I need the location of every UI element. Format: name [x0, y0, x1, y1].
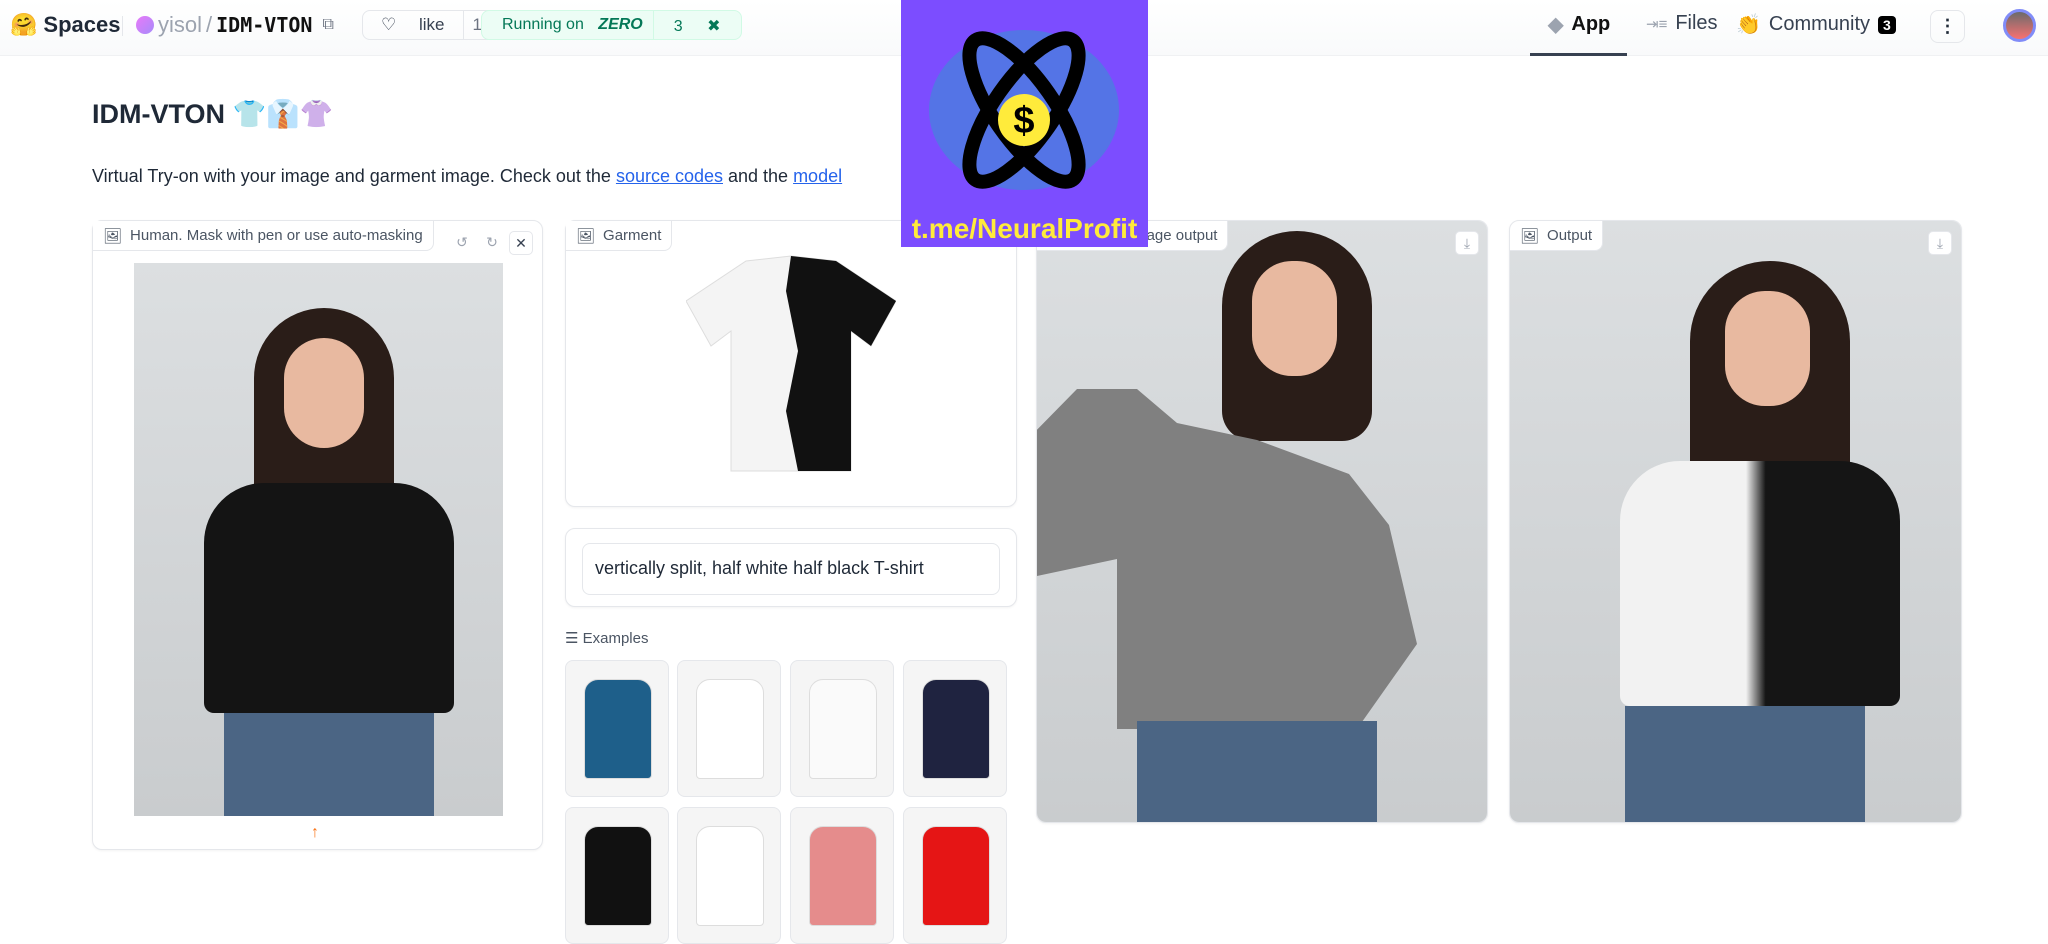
- heart-icon: ♡: [381, 15, 397, 34]
- files-icon: ⇥≡: [1646, 15, 1668, 33]
- divider: [122, 16, 123, 36]
- undo-button[interactable]: ↺: [450, 231, 474, 255]
- hardware-label: ZERO: [598, 16, 643, 33]
- clear-button[interactable]: ✕: [509, 231, 533, 255]
- description: Virtual Try-on with your image and garme…: [92, 166, 842, 187]
- model-link[interactable]: model: [793, 166, 842, 186]
- watermark-logo: $ t.me/NeuralProfit: [901, 0, 1148, 247]
- label-text: Human. Mask with pen or use auto-masking: [130, 227, 423, 244]
- tab-files[interactable]: ⇥≡ Files: [1646, 12, 1718, 35]
- label-text: Output: [1547, 227, 1593, 244]
- atom-brain-icon: $: [929, 30, 1119, 190]
- page-title: IDM-VTON 👕👔👚: [92, 99, 334, 129]
- repo-name[interactable]: IDM-VTON: [216, 13, 312, 37]
- example-thumbnail[interactable]: [565, 807, 669, 944]
- garment-shape: [809, 826, 877, 926]
- zero-count: 3: [673, 18, 683, 35]
- example-thumbnail[interactable]: [790, 660, 894, 797]
- community-icon: 👏: [1736, 14, 1761, 36]
- user-avatar[interactable]: [2003, 9, 2036, 42]
- human-image[interactable]: [134, 263, 503, 816]
- list-icon: ☰: [565, 630, 579, 647]
- garment-shape: [584, 826, 652, 926]
- garment-description-input[interactable]: vertically split, half white half black …: [582, 543, 1000, 595]
- example-thumbnail[interactable]: [677, 660, 781, 797]
- tab-community[interactable]: 👏 Community 3: [1736, 12, 1896, 37]
- input-value: vertically split, half white half black …: [595, 558, 924, 578]
- garment-shape: [584, 679, 652, 779]
- garment-shape: [922, 826, 990, 926]
- examples-label: Examples: [582, 630, 649, 647]
- image-icon: 🖼: [103, 227, 123, 245]
- output-panel: 🖼 Output ⤓: [1509, 220, 1962, 823]
- output-label: 🖼 Output: [1510, 221, 1604, 251]
- copy-icon[interactable]: ⧉: [322, 16, 333, 34]
- download-button[interactable]: ⤓: [1455, 231, 1479, 255]
- tab-label: Community: [1768, 13, 1871, 35]
- community-badge: 3: [1878, 15, 1896, 34]
- example-thumbnail[interactable]: [790, 807, 894, 944]
- owner-avatar: [136, 16, 154, 34]
- cube-icon: ◆: [1548, 14, 1564, 36]
- garment-image-panel[interactable]: 🖼 Garment: [565, 220, 1017, 507]
- running-label: Running on: [502, 16, 584, 33]
- garment-shape: [696, 679, 764, 779]
- examples-header: ☰ Examples: [565, 629, 648, 647]
- masked-image: [1037, 221, 1487, 822]
- desc-text: and the: [723, 166, 794, 186]
- active-tab-indicator: [1530, 53, 1627, 56]
- tab-app[interactable]: ◆ App: [1548, 12, 1610, 37]
- human-image-editor[interactable]: 🖼 Human. Mask with pen or use auto-maskin…: [92, 220, 543, 850]
- masked-output-panel: 🖼Masked image output ⤓: [1036, 220, 1488, 823]
- brand-label: Spaces: [43, 12, 121, 37]
- tab-label: App: [1571, 13, 1611, 35]
- garment-image: [685, 251, 897, 476]
- image-icon: 🖼: [1520, 227, 1540, 245]
- desc-text: Virtual Try-on with your image and garme…: [92, 166, 616, 186]
- redo-button[interactable]: ↻: [480, 231, 504, 255]
- example-thumbnail[interactable]: [903, 660, 1007, 797]
- garment-label: 🖼 Garment: [566, 221, 673, 251]
- garment-shape: [922, 679, 990, 779]
- zero-icon: ✖: [707, 18, 721, 35]
- human-label: 🖼 Human. Mask with pen or use auto-maskin…: [93, 221, 434, 251]
- label-text: Garment: [603, 227, 662, 244]
- kebab-icon: ⋮: [1938, 16, 1957, 36]
- garment-shape: [809, 679, 877, 779]
- download-button[interactable]: ⤓: [1928, 231, 1952, 255]
- watermark-text: t.me/NeuralProfit: [911, 213, 1138, 244]
- prompt-panel: vertically split, half white half black …: [565, 528, 1017, 607]
- running-badge[interactable]: Running on ZERO 3 ✖: [481, 10, 742, 40]
- like-label: like: [418, 15, 445, 34]
- image-icon: 🖼: [576, 227, 596, 245]
- tab-label: Files: [1675, 12, 1718, 34]
- repo-path: yisol / IDM-VTON ⧉: [136, 12, 334, 38]
- output-image: [1510, 221, 1961, 822]
- svg-text:$: $: [1013, 100, 1034, 142]
- more-menu-button[interactable]: ⋮: [1930, 10, 1965, 43]
- arrow-up-icon: ↑: [311, 824, 319, 841]
- example-thumbnail[interactable]: [565, 660, 669, 797]
- source-codes-link[interactable]: source codes: [616, 166, 723, 186]
- example-thumbnail[interactable]: [677, 807, 781, 944]
- garment-shape: [696, 826, 764, 926]
- owner-link[interactable]: yisol: [158, 12, 202, 38]
- hugging-face-icon: 🤗: [10, 12, 38, 37]
- example-thumbnail[interactable]: [903, 807, 1007, 944]
- spaces-logo[interactable]: 🤗 Spaces: [10, 12, 120, 38]
